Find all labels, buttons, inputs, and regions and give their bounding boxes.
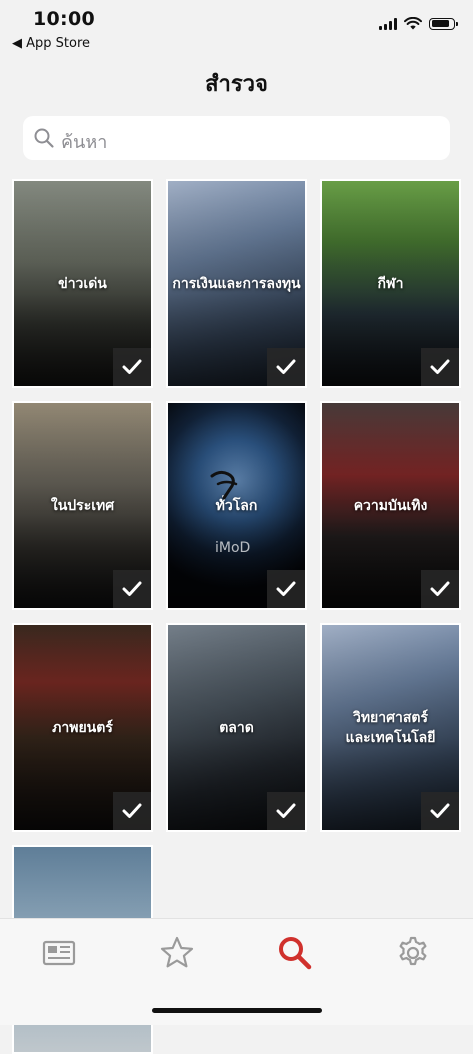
category-label: ข่าวเด่น: [58, 275, 107, 292]
category-tile-world[interactable]: ทั่วโลก: [166, 401, 307, 610]
category-tile-movies[interactable]: ภาพยนตร์: [12, 623, 153, 832]
category-tile-entertainment[interactable]: ความบันเทิง: [320, 401, 461, 610]
back-to-app-store-link[interactable]: ◀ App Store: [12, 36, 90, 51]
category-tile-domestic[interactable]: ในประเทศ: [12, 401, 153, 610]
selected-check-icon[interactable]: [267, 792, 305, 830]
status-time: 10:00: [33, 8, 95, 30]
selected-check-icon[interactable]: [421, 570, 459, 608]
search-icon: [34, 128, 54, 148]
tab-settings[interactable]: [393, 933, 433, 973]
category-label: ภาพยนตร์: [52, 719, 113, 736]
category-tile-headlines[interactable]: ข่าวเด่น: [12, 179, 153, 388]
tab-news[interactable]: [39, 933, 79, 973]
selected-check-icon[interactable]: [421, 792, 459, 830]
category-label: วิทยาศาสตร์ และเทคโนโลยี: [345, 709, 436, 746]
star-icon: [160, 936, 194, 968]
status-bar: 10:00 ◀ App Store: [0, 0, 473, 56]
category-label: ในประเทศ: [50, 497, 115, 514]
cellular-signal-icon: [379, 17, 397, 30]
selected-check-icon[interactable]: [113, 570, 151, 608]
selected-check-icon[interactable]: [421, 348, 459, 386]
category-tile-markets[interactable]: ตลาด: [166, 623, 307, 832]
battery-icon: [429, 17, 458, 30]
category-tile-science-tech[interactable]: วิทยาศาสตร์ และเทคโนโลยี: [320, 623, 461, 832]
category-label: การเงินและการลงทุน: [172, 275, 301, 292]
home-indicator: [152, 1008, 322, 1013]
tab-favorites[interactable]: [157, 933, 197, 973]
status-icons: [379, 17, 458, 30]
search-icon: [279, 937, 312, 970]
selected-check-icon[interactable]: [267, 570, 305, 608]
category-label: ความบันเทิง: [353, 497, 428, 514]
search-input[interactable]: ค้นหา: [23, 116, 450, 160]
imod-logo-icon: [210, 470, 238, 500]
wifi-icon: [404, 17, 422, 30]
newspaper-icon: [42, 940, 76, 966]
tab-explore[interactable]: [275, 933, 315, 973]
category-label: กีฬา: [377, 275, 404, 292]
search-placeholder: ค้นหา: [61, 132, 108, 153]
category-tile-sport[interactable]: กีฬา: [320, 179, 461, 388]
category-tile-finance[interactable]: การเงินและการลงทุน: [166, 179, 307, 388]
category-label: ตลาด: [219, 719, 254, 736]
selected-check-icon[interactable]: [267, 348, 305, 386]
selected-check-icon[interactable]: [113, 792, 151, 830]
page-title: สำรวจ: [205, 72, 268, 97]
gear-icon: [399, 936, 427, 966]
watermark-text: iMoD: [215, 540, 251, 556]
selected-check-icon[interactable]: [113, 348, 151, 386]
